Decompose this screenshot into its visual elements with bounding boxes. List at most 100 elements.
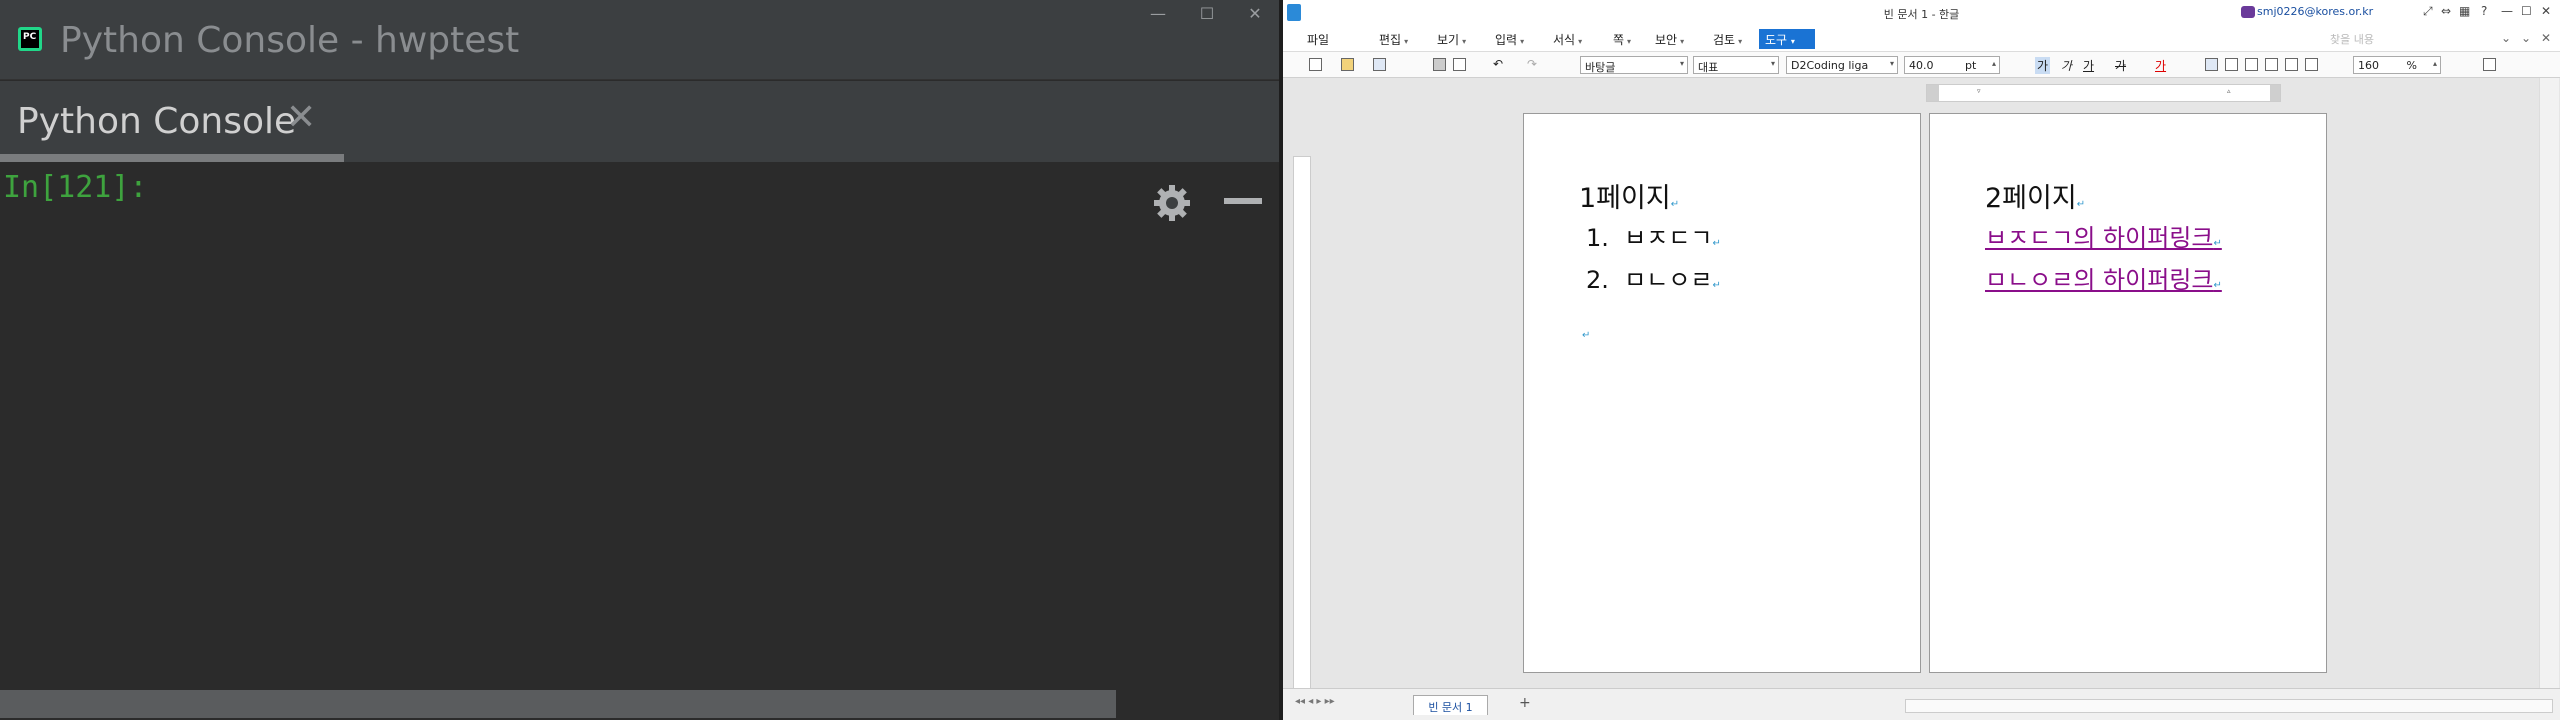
- menu-file[interactable]: 파일: [1307, 31, 1329, 48]
- font-select[interactable]: D2Coding liga ▾: [1786, 56, 1898, 74]
- font-size-value: 40.0: [1909, 59, 1934, 72]
- toolbar-toggle-icon[interactable]: ▦: [2459, 4, 2470, 18]
- hide-panel-button[interactable]: [1224, 198, 1262, 204]
- print-icon[interactable]: [1433, 58, 1446, 71]
- horizontal-scrollbar[interactable]: [1905, 699, 2553, 713]
- page-2[interactable]: 2페이지↵ ㅂㅈㄷㄱ의 하이퍼링크↵ ㅁㄴㅇㄹ의 하이퍼링크↵: [1929, 113, 2327, 673]
- menu-security[interactable]: 보안 ▾: [1655, 31, 1684, 48]
- user-account[interactable]: smj0226@kores.or.kr: [2257, 5, 2373, 18]
- title-bar: PC Python Console - hwptest — ☐ ✕: [0, 0, 1279, 80]
- window-title: Python Console - hwptest: [60, 20, 520, 61]
- align-divide-icon[interactable]: [2305, 58, 2318, 71]
- close-doc-icon[interactable]: ✕: [2541, 31, 2551, 45]
- preview-icon[interactable]: [1453, 58, 1466, 71]
- add-tab-icon[interactable]: +: [1519, 695, 1531, 711]
- align-distribute-icon[interactable]: [2285, 58, 2298, 71]
- style-value: 바탕글: [1585, 61, 1616, 74]
- chevron-down-icon: ▾: [1578, 37, 1583, 46]
- chevron-down-icon: ▾: [1462, 37, 1467, 46]
- underline-button[interactable]: 가: [2083, 57, 2094, 74]
- list-text: ㅁㄴㅇㄹ: [1624, 266, 1713, 294]
- empty-paragraph[interactable]: ↵: [1582, 314, 1590, 345]
- tool-window-header: Python Console ✕: [0, 81, 1279, 221]
- gear-icon[interactable]: [1152, 183, 1192, 223]
- para-mark: ↵: [1712, 238, 1721, 249]
- list-text: ㅂㅈㄷㄱ: [1624, 224, 1713, 252]
- bold-button[interactable]: 가: [2035, 57, 2051, 74]
- help-button[interactable]: ?: [2481, 4, 2487, 18]
- ruler-marker: ▵: [2227, 87, 2231, 95]
- page-heading[interactable]: 2페이지↵: [1985, 176, 2085, 215]
- chevron-down-icon: ▾: [1889, 59, 1894, 68]
- document-area[interactable]: [1283, 78, 2560, 720]
- undo-icon[interactable]: ↶: [1493, 57, 1503, 71]
- maximize-button[interactable]: ☐: [2521, 4, 2532, 18]
- ribbon-icon[interactable]: ⇔: [2441, 4, 2451, 18]
- menu-tools[interactable]: 도구 ▾: [1759, 29, 1815, 49]
- menu-format-label: 서식: [1553, 33, 1576, 47]
- italic-button[interactable]: 가: [2061, 57, 2072, 74]
- menu-page[interactable]: 쪽 ▾: [1613, 31, 1631, 48]
- maximize-button[interactable]: ☐: [1192, 2, 1222, 26]
- fullscreen-icon[interactable]: ⤢: [2423, 4, 2433, 19]
- align-center-icon[interactable]: [2245, 58, 2258, 71]
- close-window-button[interactable]: ✕: [2541, 4, 2551, 18]
- page-1[interactable]: 1페이지↵ 1. ㅂㅈㄷㄱ↵ 2. ㅁㄴㅇㄹ↵ ↵: [1523, 113, 1921, 673]
- open-folder-icon[interactable]: [1341, 58, 1354, 71]
- align-right-icon[interactable]: [2265, 58, 2278, 71]
- para-mark: ↵: [2213, 238, 2222, 249]
- zoom-input[interactable]: 160 % ▴: [2353, 56, 2441, 74]
- vertical-ruler: [1293, 156, 1311, 720]
- list-item[interactable]: 2. ㅁㄴㅇㄹ↵: [1586, 260, 1721, 295]
- menu-view[interactable]: 보기 ▾: [1437, 31, 1466, 48]
- menu-review[interactable]: 검토 ▾: [1713, 31, 1742, 48]
- menu-insert[interactable]: 입력 ▾: [1495, 31, 1524, 48]
- hyperlink[interactable]: ㅁㄴㅇㄹ의 하이퍼링크↵: [1985, 260, 2222, 295]
- hyperlink[interactable]: ㅂㅈㄷㄱ의 하이퍼링크↵: [1985, 218, 2222, 253]
- chevron-down-icon: ▾: [1520, 37, 1525, 46]
- nav-first-icon[interactable]: ◂◂ ◂ ▸ ▸▸: [1295, 696, 1335, 707]
- minimize-button[interactable]: —: [1143, 2, 1173, 26]
- close-window-button[interactable]: ✕: [1240, 2, 1270, 26]
- font-lang-select[interactable]: 대표 ▾: [1693, 56, 1779, 74]
- list-number: 2.: [1586, 266, 1609, 294]
- new-doc-icon[interactable]: [1309, 58, 1322, 71]
- console-prompt[interactable]: In[121]:: [3, 170, 148, 205]
- tab-document[interactable]: 빈 문서 1: [1413, 695, 1488, 715]
- style-select[interactable]: 바탕글 ▾: [1580, 56, 1688, 74]
- ruler-margin: [1927, 85, 1939, 101]
- horizontal-scrollbar[interactable]: [0, 690, 1116, 718]
- chevron-down-icon: ▾: [1627, 37, 1632, 46]
- find-input[interactable]: 찾을 내용: [2330, 31, 2374, 47]
- align-justify-icon[interactable]: [2205, 58, 2218, 71]
- align-left-icon[interactable]: [2225, 58, 2238, 71]
- menu-edit[interactable]: 편집 ▾: [1379, 31, 1408, 48]
- text-color-button[interactable]: 가: [2155, 57, 2166, 74]
- zoom-unit: %: [2406, 59, 2417, 72]
- menu-edit-label: 편집: [1379, 33, 1402, 47]
- save-icon[interactable]: [1373, 58, 1386, 71]
- ruler-margin: [2270, 85, 2280, 101]
- page-heading-text: 1페이지: [1579, 183, 1671, 214]
- redo-icon[interactable]: ↷: [1527, 57, 1537, 71]
- menu-format[interactable]: 서식 ▾: [1553, 31, 1582, 48]
- close-tab-icon[interactable]: ✕: [286, 97, 316, 138]
- hangul-window: 빈 문서 1 - 한글 smj0226@kores.or.kr ⤢ ⇔ ▦ ? …: [1283, 0, 2560, 720]
- tab-python-console[interactable]: Python Console ✕: [0, 81, 344, 163]
- minimize-button[interactable]: —: [2501, 4, 2513, 18]
- list-item[interactable]: 1. ㅂㅈㄷㄱ↵: [1586, 218, 1721, 253]
- font-size-input[interactable]: 40.0 pt ▴: [1904, 56, 2000, 74]
- chevron-down-icon[interactable]: ⌄: [2501, 31, 2511, 45]
- view-toggle-icon[interactable]: [2483, 58, 2496, 71]
- vertical-scrollbar[interactable]: [2539, 78, 2559, 688]
- chevron-down-icon: ▾: [1770, 59, 1775, 68]
- menu-bar: 파일 편집 ▾ 보기 ▾ 입력 ▾ 서식 ▾ 쪽 ▾ 보안 ▾ 검토 ▾ 도구 ▾ 찾을 내용…: [1283, 26, 2560, 52]
- pycharm-logo-icon: PC: [18, 27, 42, 51]
- menu-view-label: 보기: [1437, 33, 1460, 47]
- strike-button[interactable]: 가: [2115, 57, 2126, 74]
- ruler-marker: ▿: [1977, 87, 1981, 95]
- collapse-icon[interactable]: ⌄: [2521, 31, 2531, 45]
- chevron-down-icon: ▾: [1679, 59, 1684, 68]
- page-heading[interactable]: 1페이지↵: [1579, 176, 1679, 215]
- chevron-down-icon: ▾: [1790, 37, 1795, 46]
